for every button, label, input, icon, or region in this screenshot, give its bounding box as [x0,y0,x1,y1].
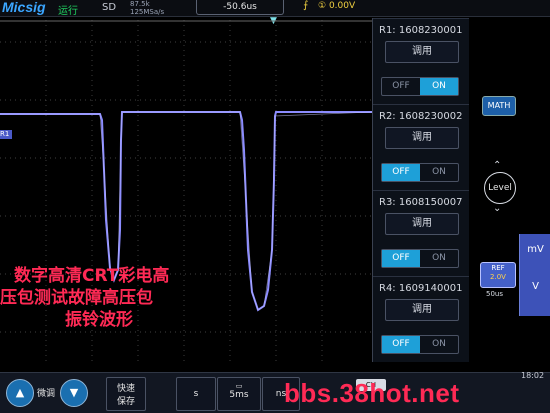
annotation-line-1: 数字高清CRT彩电高 [14,266,170,286]
off-option[interactable]: OFF [382,336,420,353]
on-option[interactable]: ON [420,336,458,353]
channel-ref-marker[interactable]: R1 [0,130,12,139]
recall-button-r1[interactable]: 调用 [385,41,459,63]
unit-v[interactable]: V [520,281,550,292]
horizontal-position[interactable]: -50.6us [196,0,284,15]
trigger-edge-icon[interactable]: ⨍ [303,0,308,11]
unit-mv[interactable]: mV [520,244,550,255]
ref-label-r1: R1: 1608230001 [379,25,463,36]
reference-panel: R1: 1608230001 调用 OFF ON R2: 1608230002 … [372,18,469,362]
scroll-down-icon[interactable]: ▼ [60,379,88,407]
quick-save-button[interactable]: 快速 保存 [106,377,146,411]
trigger-level[interactable]: ① 0.00V [318,1,355,11]
sample-info: 87.5k 125MSa/s [130,0,164,16]
brand-logo: Micsig [2,0,46,15]
ref-button[interactable]: REF 2.0V [480,262,516,288]
scroll-up-icon[interactable]: ▲ [6,379,34,407]
ref-label-r4: R4: 1609140001 [379,283,463,294]
watermark-text: bbs.38hot.net [284,378,460,408]
ref-label-r3: R3: 1608150007 [379,197,463,208]
sample-rate: 125MSa/s [130,8,165,16]
on-option[interactable]: ON [420,78,458,95]
top-status-bar: Micsig 运行 SD 87.5k 125MSa/s -50.6us ⨍ ① … [0,0,550,17]
on-option[interactable]: ON [420,250,458,267]
storage-indicator: SD [102,2,117,13]
ref-label-r2: R2: 1608230002 [379,111,463,122]
quick-save-line-2: 保存 [116,397,135,407]
annotation-line-3: 振铃波形 [65,310,133,330]
annotation-overlay: 数字高清CRT彩电高 压包测试故障高压包 振铃波形 [0,265,170,331]
annotation-line-2: 压包测试故障高压包 [0,288,153,308]
off-option[interactable]: OFF [382,78,420,95]
recall-button-r4[interactable]: 调用 [385,299,459,321]
sample-points: 87.5k [130,0,150,8]
unit-selector[interactable]: mV V [519,234,550,316]
math-button[interactable]: MATH [482,96,516,116]
off-option[interactable]: OFF [382,250,420,267]
bottom-toolbar: ▲ 微调 ▼ 快速 保存 s ▭ 5ms ns [0,372,550,413]
chevron-up-icon[interactable]: ⌃ [493,160,501,171]
fine-adjust-label: 微调 [37,389,56,399]
unit-ms-value: 5ms [229,390,249,400]
toggle-r4[interactable]: OFF ON [381,335,459,354]
toggle-r2[interactable]: OFF ON [381,163,459,182]
ref-volt: 2.0V [490,273,506,281]
chevron-down-icon[interactable]: ⌄ [493,203,501,214]
run-status[interactable]: 运行 [58,2,78,17]
ref-section-r1: R1: 1608230001 调用 OFF ON [373,18,469,107]
unit-ms-button[interactable]: ▭ 5ms [217,377,261,411]
unit-s-button[interactable]: s [176,377,216,411]
off-option[interactable]: OFF [382,164,420,181]
recall-button-r3[interactable]: 调用 [385,213,459,235]
ref-section-r2: R2: 1608230002 调用 OFF ON [373,104,469,193]
quick-save-line-1: 快速 [116,384,135,394]
ref-timebase: 50us [486,290,503,298]
clock: 18:02 [521,371,545,380]
level-knob[interactable]: Level [484,172,516,204]
ref-label: REF [491,264,505,272]
ref-section-r4: R4: 1609140001 调用 OFF ON [373,276,469,365]
ref-section-r3: R3: 1608150007 调用 OFF ON [373,190,469,279]
on-option[interactable]: ON [420,164,458,181]
recall-button-r2[interactable]: 调用 [385,127,459,149]
toggle-r3[interactable]: OFF ON [381,249,459,268]
ruler-icon: ▭ [235,382,243,390]
toggle-r1[interactable]: OFF ON [381,77,459,96]
trigger-level-value: 0.00V [328,1,356,11]
